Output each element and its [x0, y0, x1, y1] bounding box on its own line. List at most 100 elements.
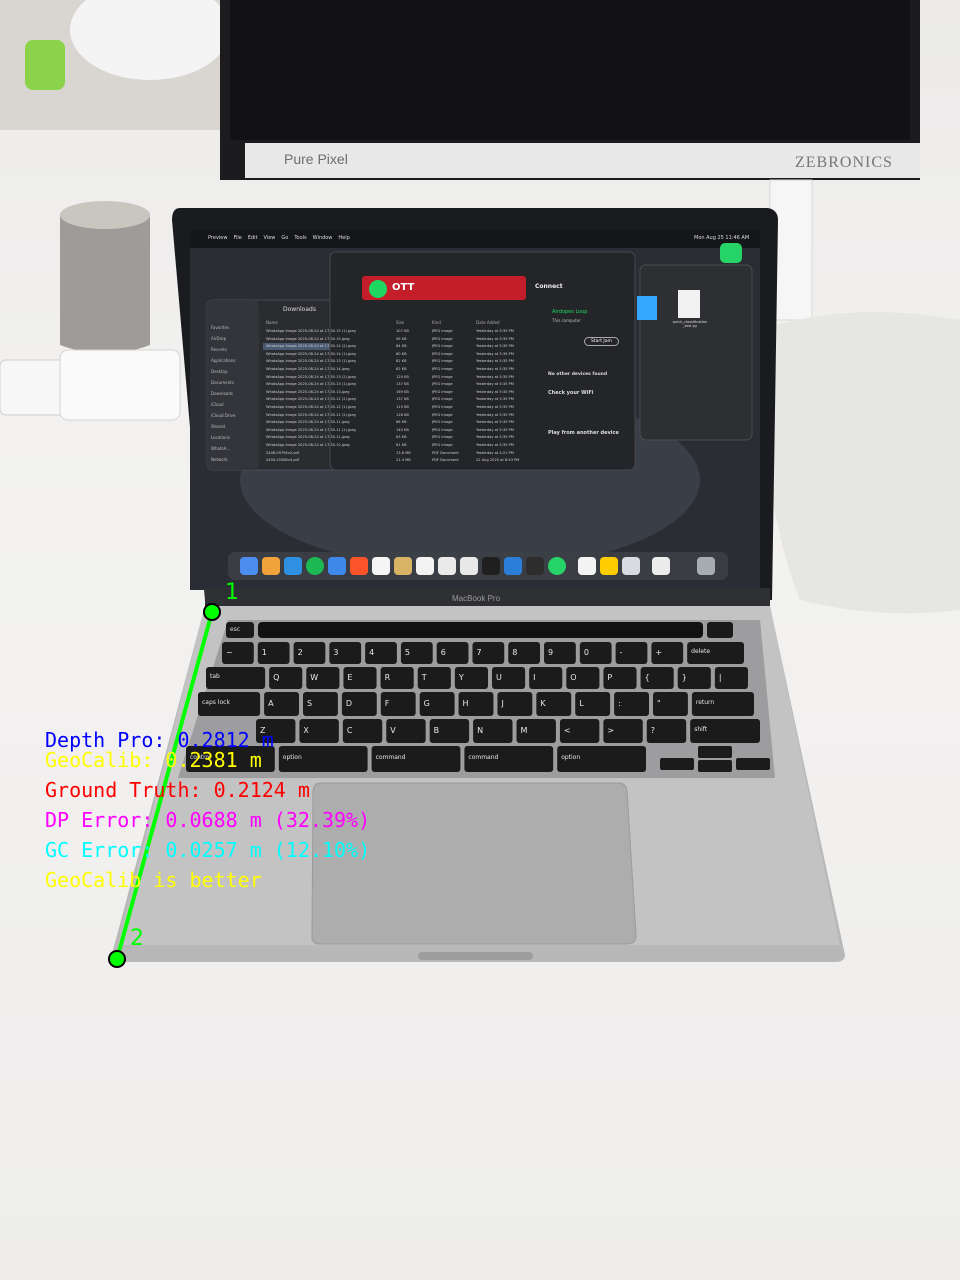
point-label-1: 1 [225, 580, 239, 605]
key [544, 642, 576, 664]
finder-cell: 66 KB [396, 420, 407, 425]
finder-row[interactable]: WhatsApp Image 2025-08-24 at 17.30.14 (2… [266, 343, 546, 351]
arrow-key [660, 758, 694, 770]
finder-cell: JPEG image [432, 336, 453, 341]
menubar-item[interactable]: Help [338, 235, 349, 241]
key [714, 667, 748, 689]
finder-row[interactable]: WhatsApp Image 2025-08-24 at 17.30.14 (1… [266, 351, 546, 359]
finder-cell: PDF Document [432, 450, 459, 455]
column-header[interactable]: Name [266, 320, 278, 325]
finder-row[interactable]: WhatsApp Image 2025-08-24 at 17.30.14.jp… [266, 366, 546, 374]
sidebar-item[interactable]: Network [211, 454, 257, 465]
sidebar-item[interactable]: iCloud Drive [211, 410, 257, 421]
finder-cell: WhatsApp Image 2025-08-24 at 17.30.14.jp… [266, 366, 350, 371]
start-jam-button[interactable]: Start Jam [584, 337, 619, 346]
sidebar-item[interactable]: Applications [211, 355, 257, 366]
finder-cell: WhatsApp Image 2025-08-24 at 17.35.13 (2… [266, 374, 356, 379]
sidebar-item[interactable]: WhatsA... [211, 443, 257, 454]
key [299, 719, 339, 743]
finder-cell: Yesterday at 5:35 PM [476, 344, 514, 349]
finder-cell: WhatsApp Image 2025-08-24 at 17.35.11.jp… [266, 435, 350, 440]
key [653, 692, 688, 716]
finder-cell: 115 KB [396, 404, 409, 409]
finder-cell: Yesterday at 4:21 PM [476, 450, 514, 455]
finder-row[interactable]: WhatsApp Image 2025-08-24 at 17.35.12 (2… [266, 396, 546, 404]
menubar-item[interactable]: View [264, 235, 276, 241]
finder-cell: WhatsApp Image 2025-08-24 at 17.30.15 (1… [266, 329, 356, 333]
finder-cell: JPEG image [432, 427, 453, 432]
key [380, 667, 414, 689]
finder-row[interactable]: WhatsApp Image 2025-08-24 at 17.35.11.jp… [266, 434, 546, 442]
file-icon-label: quick_classification_test.py [672, 320, 708, 328]
menubar-item[interactable]: File [233, 235, 241, 241]
sidebar-header: Favorites [211, 325, 230, 330]
column-header[interactable]: Date Added [476, 320, 500, 325]
sidebar-item[interactable]: Documents [211, 377, 257, 388]
menubar-item[interactable]: Window [313, 235, 333, 241]
sidebar-item[interactable]: Desktop [211, 366, 257, 377]
finder-cell: 137 KB [396, 382, 409, 387]
check-wifi-text: Check your WiFi [548, 390, 594, 396]
column-header[interactable]: Size [396, 320, 404, 325]
finder-cell: Yesterday at 5:35 PM [476, 359, 514, 364]
finder-cell: PDF Document [432, 458, 459, 463]
column-header[interactable]: Kind [432, 320, 441, 325]
finder-row[interactable]: WhatsApp Image 2025-08-24 at 17.35.12 (1… [266, 404, 546, 412]
finder-row[interactable]: WhatsApp Image 2025-08-24 at 17.30.13 (1… [266, 358, 546, 366]
key [380, 692, 416, 716]
finder-row[interactable]: WhatsApp Image 2025-08-24 at 17.35.11 (2… [266, 412, 546, 420]
finder-cell: 84 KB [396, 344, 407, 349]
finder-row[interactable]: WhatsApp Image 2025-08-24 at 17.35.13 (1… [266, 381, 546, 389]
key [257, 642, 290, 664]
finder-cell: 82 KB [396, 366, 407, 371]
finder-cell: JPEG image [432, 366, 453, 371]
menubar-clock: Mon Aug 25 11:46 AM [694, 235, 750, 241]
plastic-bag [760, 312, 960, 614]
finder-cell: JPEG image [432, 389, 453, 394]
sidebar-header: Locations [211, 435, 231, 440]
key [371, 746, 461, 772]
key [341, 692, 377, 716]
menubar-item[interactable]: Go [281, 235, 288, 241]
depth-pro-readout: Depth Pro: 0.2812 m [45, 728, 274, 752]
menubar-item[interactable]: Preview [208, 235, 227, 241]
finder-cell: 120 KB [396, 374, 409, 379]
finder-row[interactable]: 2408.09794v2.pdf 13.8 MB PDF Document Yeste… [266, 450, 546, 458]
finder-row[interactable]: WhatsApp Image 2025-08-24 at 17.30.15.jp… [266, 336, 546, 344]
finder-cell: WhatsApp Image 2025-08-24 at 17.30.14 (2… [266, 344, 356, 349]
finder-cell: 107 KB [396, 329, 409, 333]
finder-row[interactable]: WhatsApp Image 2025-08-24 at 17.35.11 (1… [266, 427, 546, 435]
finder-cell: 61 KB [396, 442, 407, 447]
finder-row[interactable]: WhatsApp Image 2025-08-24 at 17.30.15 (1… [266, 328, 546, 336]
finder-row[interactable]: WhatsApp Image 2025-08-24 at 17.35.11.jp… [266, 419, 546, 427]
arrow-key [698, 746, 732, 758]
menubar-item[interactable]: Tools [294, 235, 306, 241]
finder-cell: WhatsApp Image 2025-08-24 at 17.30.14 (1… [266, 351, 356, 356]
key [615, 642, 648, 664]
touch-bar [258, 622, 703, 638]
sidebar-item[interactable]: Downloads [211, 388, 257, 399]
finder-cell: WhatsApp Image 2025-08-24 at 17.35.13.jp… [266, 389, 350, 394]
verdict-readout: GeoCalib is better [45, 868, 262, 892]
finder-cell: 63 KB [396, 435, 407, 440]
device-name: Airdopes Loop [552, 309, 588, 315]
finder-cell: JPEG image [432, 442, 453, 447]
key [343, 667, 377, 689]
sidebar-item[interactable]: AirDrop [211, 333, 257, 344]
finder-cell: WhatsApp Image 2025-08-24 at 17.35.10.jp… [266, 442, 350, 447]
no-devices-text: No other devices found [548, 372, 608, 377]
finder-cell: WhatsApp Image 2025-08-24 at 17.35.12 (2… [266, 397, 356, 402]
finder-cell: Yesterday at 5:35 PM [476, 435, 514, 440]
mug-rim [60, 201, 150, 229]
arrow-key [698, 760, 732, 772]
finder-cell: Yesterday at 5:35 PM [476, 336, 514, 341]
finder-row[interactable]: WhatsApp Image 2025-08-24 at 17.35.10.jp… [266, 442, 546, 450]
sidebar-item[interactable]: Shared [211, 421, 257, 432]
finder-cell: Yesterday at 5:35 PM [476, 420, 514, 425]
finder-row[interactable]: WhatsApp Image 2025-08-24 at 17.35.13 (2… [266, 374, 546, 382]
sidebar-item[interactable]: Recents [211, 344, 257, 355]
finder-row[interactable]: 2404.15308v4.pdf 21.4 MB PDF Document 22 Au… [266, 457, 546, 465]
finder-cell: WhatsApp Image 2025-08-24 at 17.35.11.jp… [266, 420, 350, 425]
menubar-item[interactable]: Edit [248, 235, 258, 241]
finder-row[interactable]: WhatsApp Image 2025-08-24 at 17.35.13.jp… [266, 389, 546, 397]
